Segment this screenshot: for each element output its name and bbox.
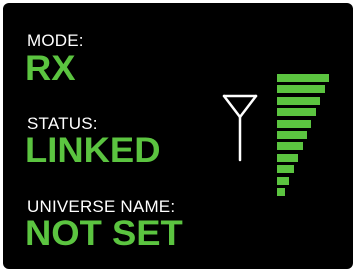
signal-strength-meter [277, 74, 332, 199]
status-value: LINKED [25, 131, 161, 170]
signal-bar [277, 85, 325, 94]
signal-bar [277, 142, 303, 151]
universe-name-label: UNIVERSE NAME: [27, 197, 176, 216]
antenna-icon [222, 94, 258, 162]
status-label: STATUS: [27, 114, 98, 133]
antenna-right-arm [238, 94, 258, 119]
antenna-strokes [222, 94, 258, 162]
signal-bar [277, 119, 312, 128]
mode-label: MODE: [27, 31, 84, 50]
universe-name-value: NOT SET [25, 214, 183, 253]
signal-bar [277, 188, 285, 196]
signal-bar [277, 131, 307, 139]
mode-value: RX [25, 49, 76, 88]
antenna-left-arm [222, 94, 242, 119]
signal-bar [277, 176, 290, 185]
signal-bar [277, 74, 329, 82]
signal-bar [277, 96, 321, 105]
signal-bar [277, 165, 294, 174]
signal-bar [277, 108, 316, 117]
signal-bar [277, 153, 299, 162]
display-screen: MODE: RX STATUS: LINKED UNIVERSE NAME: N… [3, 3, 353, 269]
